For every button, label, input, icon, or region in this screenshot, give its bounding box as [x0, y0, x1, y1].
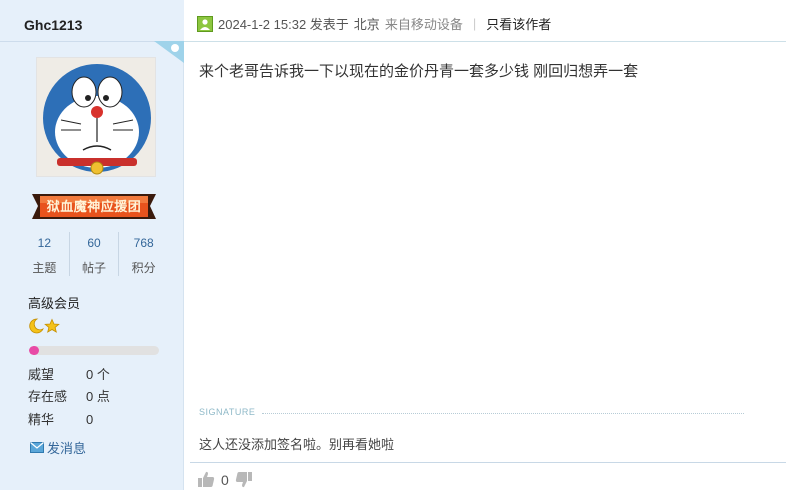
group-badge-label: 狱血魔神应援团 [46, 199, 142, 214]
like-button[interactable] [197, 471, 215, 488]
stat-posts-value[interactable]: 60 [70, 236, 119, 250]
info-presence-key: 存在感 [28, 389, 68, 404]
post-content: 来个老哥告诉我一下以现在的金价丹青一套多少钱 刚回归想弄一套 [199, 63, 639, 80]
vote-bar: 0 [197, 471, 253, 488]
signature-text: 这人还没添加签名啦。别再看她啦 [199, 437, 395, 452]
star-icon [44, 318, 60, 333]
info-presence-value: 0 点 [86, 389, 110, 404]
info-presence: 存在感 0 点 [28, 386, 110, 405]
post-header: 2024-1-2 15:32 发表于 北京 来自移动设备 | 只看该作者 [184, 8, 786, 42]
like-count: 0 [221, 471, 229, 488]
group-badge: 狱血魔神应援团 [32, 191, 156, 222]
stat-topics-value[interactable]: 12 [20, 236, 69, 250]
thumbs-down-icon [235, 472, 252, 488]
stat-posts[interactable]: 60 帖子 [70, 232, 120, 276]
online-status-icon [197, 15, 213, 32]
envelope-icon [30, 442, 44, 453]
post-footer-divider [190, 462, 786, 463]
thumbs-up-icon [198, 471, 215, 487]
stat-posts-label: 帖子 [82, 261, 107, 275]
post-location: 北京 [353, 17, 380, 32]
info-digest-key: 精华 [28, 412, 55, 427]
info-prestige-value: 0 个 [86, 367, 110, 382]
info-prestige: 威望 0 个 [28, 364, 110, 383]
header-separator: | [472, 16, 477, 31]
stat-points[interactable]: 768 积分 [119, 232, 168, 276]
info-prestige-key: 威望 [28, 367, 55, 382]
level-progress-bar [29, 346, 159, 355]
stat-topics[interactable]: 12 主题 [20, 232, 70, 276]
send-message-label[interactable]: 发消息 [47, 438, 86, 457]
corner-flag-icon [154, 41, 184, 63]
signature-divider [262, 413, 744, 414]
author-avatar[interactable] [36, 57, 156, 177]
dislike-button[interactable] [235, 471, 253, 488]
author-username[interactable]: Ghc1213 [0, 0, 184, 42]
stat-topics-label: 主题 [32, 261, 57, 275]
level-progress-fill [29, 346, 40, 355]
only-author-link[interactable]: 只看该作者 [486, 14, 551, 33]
info-digest-value: 0 [86, 412, 94, 427]
signature-label: SIGNATURE [199, 407, 256, 417]
member-level: 高级会员 [28, 296, 81, 311]
moon-icon [29, 318, 44, 334]
stat-points-label: 积分 [131, 261, 156, 275]
send-message-link[interactable]: 发消息 [30, 438, 86, 457]
author-stats: 12 主题 60 帖子 768 积分 [20, 232, 168, 276]
stat-points-value[interactable]: 768 [119, 236, 168, 250]
level-icons [28, 318, 60, 334]
post-time: 2024-1-2 15:32 发表于 [218, 17, 349, 32]
post-device: 来自移动设备 [384, 17, 463, 32]
info-digest: 精华 0 [28, 409, 93, 428]
